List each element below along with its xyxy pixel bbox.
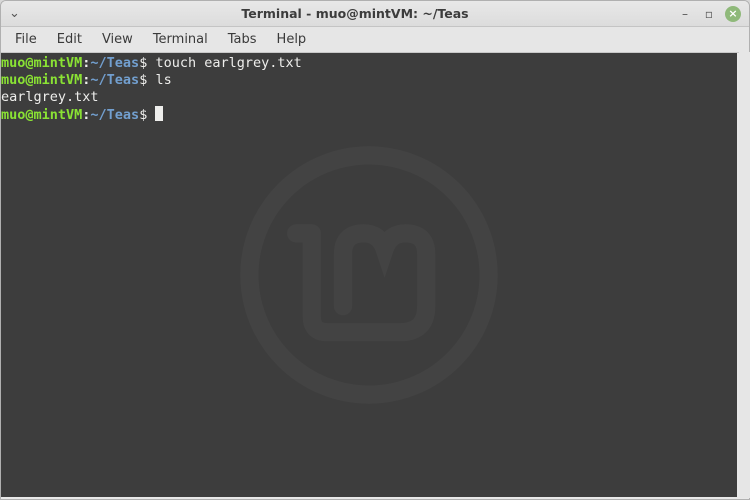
mint-watermark-icon — [239, 145, 499, 405]
scrollbar[interactable] — [739, 52, 750, 498]
output-text: earlgrey.txt — [1, 89, 99, 105]
prompt-path: ~/Teas — [90, 55, 139, 71]
menu-terminal[interactable]: Terminal — [143, 29, 218, 50]
menu-help[interactable]: Help — [267, 29, 317, 50]
terminal-line: muo@mintVM:~/Teas$ ls — [1, 72, 737, 89]
menubar: File Edit View Terminal Tabs Help — [1, 27, 749, 53]
command-text — [147, 107, 155, 123]
prompt-user: muo@mintVM — [1, 55, 82, 71]
menu-edit[interactable]: Edit — [47, 29, 92, 50]
prompt-user: muo@mintVM — [1, 107, 82, 123]
terminal-line: earlgrey.txt — [1, 89, 737, 106]
command-text: touch earlgrey.txt — [147, 55, 301, 71]
titlebar[interactable]: ⌄ Terminal - muo@mintVM: ~/Teas – ▫ × — [1, 1, 749, 27]
minimize-button[interactable]: – — [677, 6, 693, 22]
terminal-window: ⌄ Terminal - muo@mintVM: ~/Teas – ▫ × Fi… — [0, 0, 750, 500]
terminal-line: muo@mintVM:~/Teas$ — [1, 106, 737, 124]
app-menu-icon[interactable]: ⌄ — [9, 7, 20, 20]
command-text: ls — [147, 72, 171, 88]
prompt-path: ~/Teas — [90, 107, 139, 123]
window-title: Terminal - muo@mintVM: ~/Teas — [33, 6, 677, 21]
terminal-line: muo@mintVM:~/Teas$ touch earlgrey.txt — [1, 55, 737, 72]
prompt-user: muo@mintVM — [1, 72, 82, 88]
menu-file[interactable]: File — [5, 29, 47, 50]
prompt-path: ~/Teas — [90, 72, 139, 88]
close-button[interactable]: × — [725, 6, 741, 22]
window-controls: – ▫ × — [677, 6, 741, 22]
terminal-body[interactable]: muo@mintVM:~/Teas$ touch earlgrey.txt mu… — [1, 53, 737, 497]
cursor-block — [155, 106, 163, 121]
maximize-button[interactable]: ▫ — [701, 6, 717, 22]
menu-view[interactable]: View — [92, 29, 143, 50]
menu-tabs[interactable]: Tabs — [218, 29, 267, 50]
